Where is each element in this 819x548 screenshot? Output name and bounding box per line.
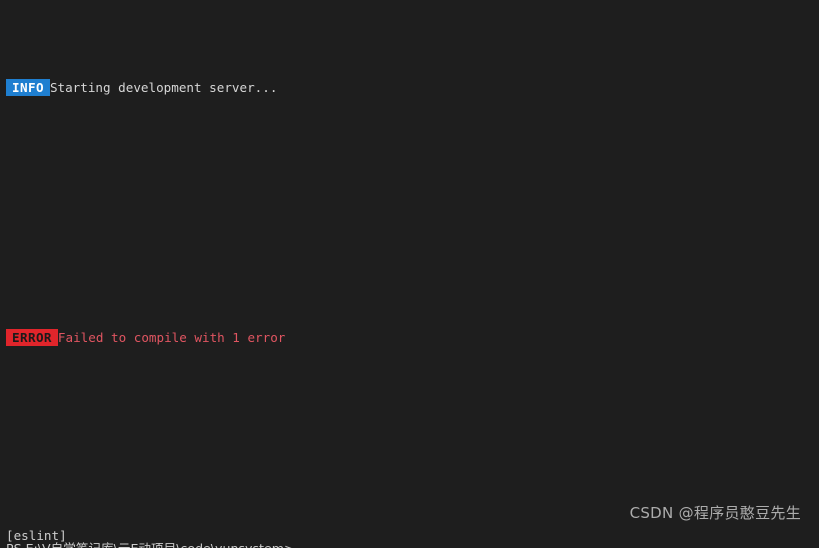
terminal-output-pane[interactable]: INFO Starting development server... ERROR… <box>0 0 819 548</box>
error-badge: ERROR <box>6 328 58 346</box>
info-message: Starting development server... <box>49 79 278 95</box>
failed-compile-message: Failed to compile with 1 error <box>57 329 286 345</box>
log-line-info-start: INFO Starting development server... <box>6 78 819 97</box>
shell-prompt-clipped[interactable]: PS E:\V自学笔记库\云E动项目\code\yunsystem> <box>6 540 295 548</box>
info-badge: INFO <box>6 78 50 97</box>
csdn-watermark: CSDN @程序员憨豆先生 <box>629 503 801 522</box>
log-line-failed-compile: ERROR Failed to compile with 1 error <box>6 328 819 346</box>
